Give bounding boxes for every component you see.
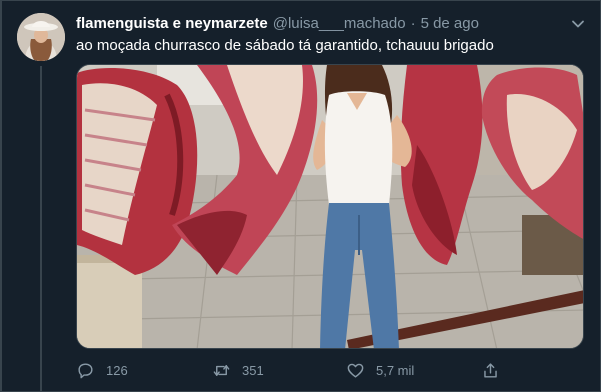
more-options-button[interactable]: [568, 14, 588, 34]
avatar-photo: [17, 13, 65, 61]
retweet-icon: [213, 364, 230, 376]
retweet-button[interactable]: 351: [212, 358, 264, 382]
like-count: 5,7 mil: [376, 362, 415, 378]
tweet-text: ao moçada churrasco de sábado tá garanti…: [76, 37, 494, 54]
photo-illustration: [77, 65, 583, 348]
tweet-header: flamenguista e neymarzete @luisa___macha…: [76, 15, 479, 33]
frame-left-border: [0, 0, 2, 392]
heart-icon: [347, 363, 364, 378]
reply-count: 126: [106, 362, 128, 378]
chevron-down-icon: [572, 20, 584, 28]
tweet-media-photo[interactable]: [76, 64, 584, 349]
separator-dot: ·: [410, 15, 416, 32]
display-name[interactable]: flamenguista e neymarzete: [76, 15, 268, 32]
tweet-actions-bar: 126 351 5,7 mil: [76, 358, 516, 382]
share-icon: [484, 362, 497, 378]
reply-icon: [78, 362, 93, 378]
frame-top-border: [0, 0, 601, 1]
retweet-count: 351: [242, 362, 264, 378]
user-handle[interactable]: @luisa___machado: [273, 15, 406, 32]
avatar[interactable]: [17, 13, 65, 61]
reply-button[interactable]: 126: [76, 358, 128, 382]
timestamp[interactable]: 5 de ago: [421, 15, 479, 32]
thread-line: [40, 66, 42, 392]
share-button[interactable]: [481, 358, 500, 382]
like-button[interactable]: 5,7 mil: [346, 358, 414, 382]
